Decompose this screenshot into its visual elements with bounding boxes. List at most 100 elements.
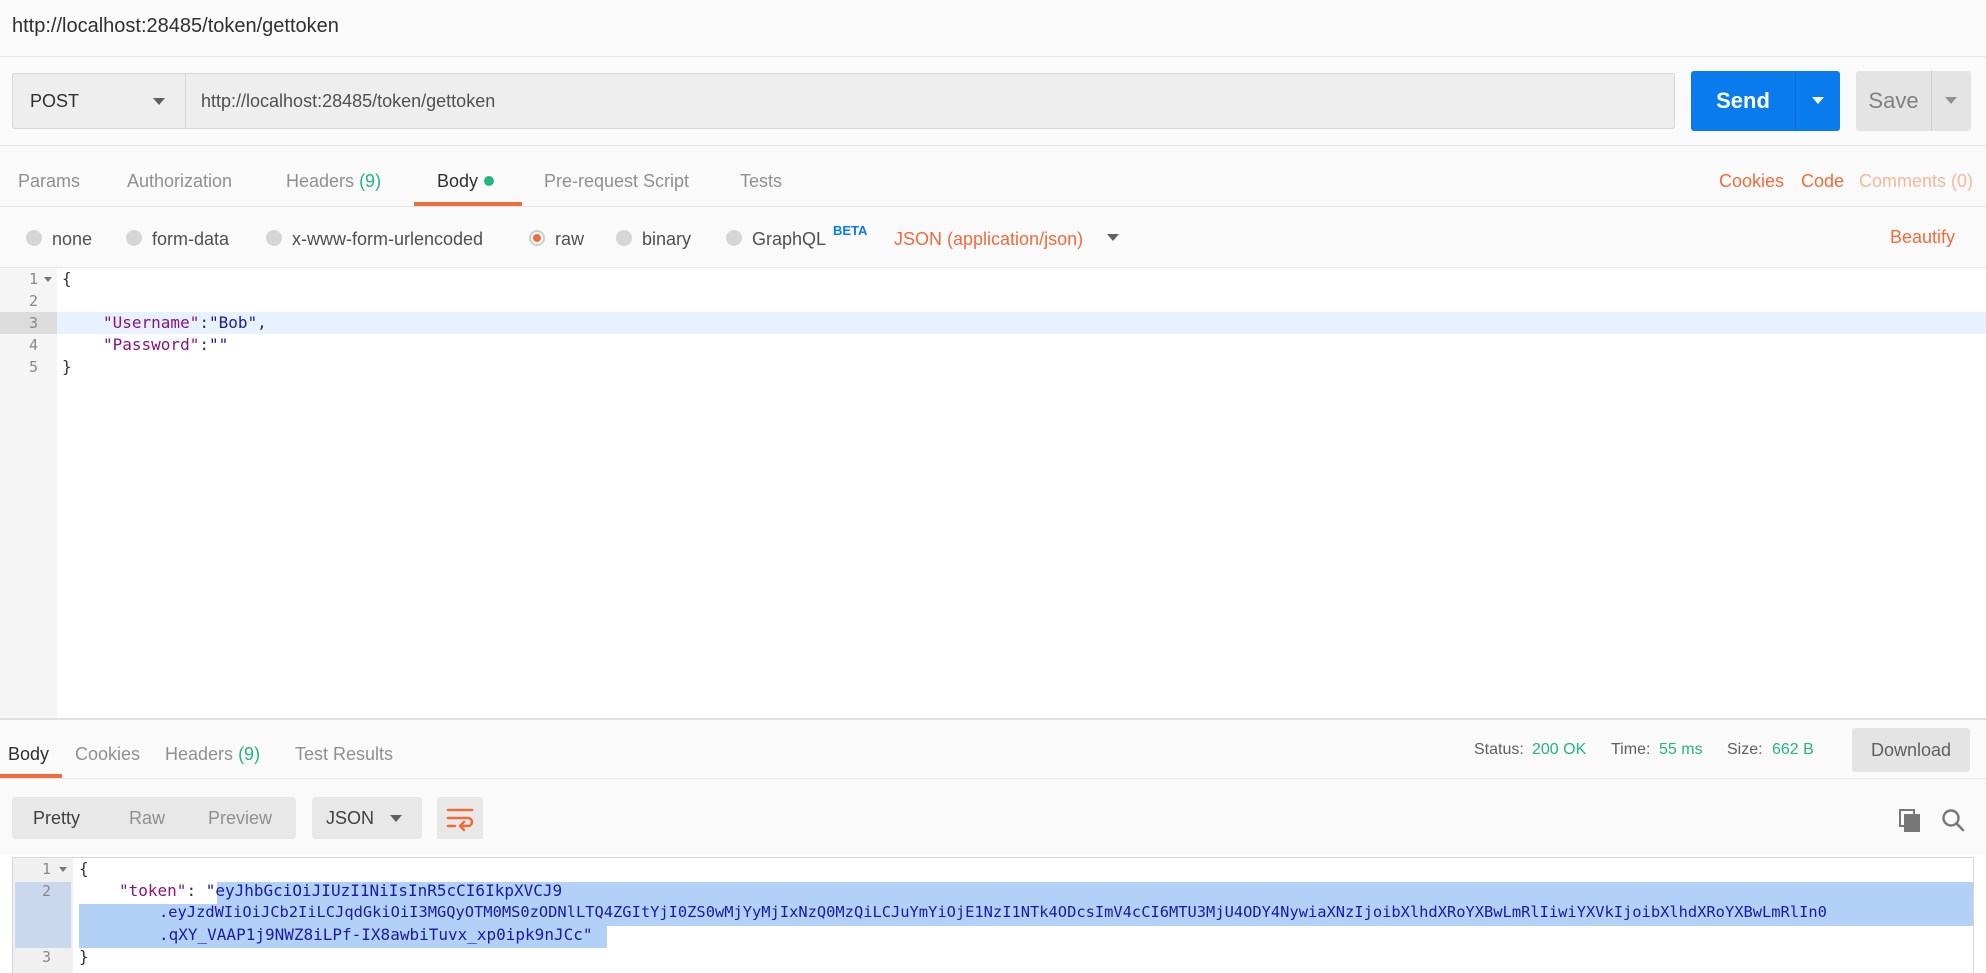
chevron-down-icon — [1812, 97, 1824, 104]
chevron-down-icon — [153, 98, 165, 105]
response-tab-cookies[interactable]: Cookies — [75, 744, 140, 765]
send-options-button[interactable] — [1795, 71, 1840, 131]
code-line: { — [62, 269, 72, 288]
save-options-button[interactable] — [1931, 71, 1971, 131]
response-tab-body[interactable]: Body — [8, 744, 49, 765]
tab-pre-request-script[interactable]: Pre-request Script — [544, 171, 689, 192]
line-number: 2 — [28, 292, 38, 310]
code-link[interactable]: Code — [1801, 171, 1844, 192]
copy-icon[interactable] — [1897, 807, 1923, 833]
radio-binary-label[interactable]: binary — [642, 229, 691, 250]
fold-toggle-icon[interactable] — [59, 867, 67, 872]
response-tabs: Body Cookies Headers (9) Test Results St… — [0, 720, 1986, 779]
cookies-link[interactable]: Cookies — [1719, 171, 1784, 192]
active-response-tab-indicator — [0, 774, 62, 778]
radio-raw-label[interactable]: raw — [555, 229, 584, 250]
code-line: } — [62, 357, 72, 376]
request-title[interactable]: http://localhost:28485/token/gettoken — [12, 15, 339, 38]
radio-none-label[interactable]: none — [52, 229, 92, 250]
radio-none[interactable] — [26, 230, 42, 246]
title-bar: http://localhost:28485/token/gettoken — [0, 0, 1986, 57]
search-icon[interactable] — [1940, 807, 1966, 833]
json-colon: : — [199, 335, 209, 354]
radio-graphql[interactable] — [726, 230, 742, 246]
tab-params[interactable]: Params — [18, 171, 80, 192]
active-tab-indicator — [414, 202, 522, 206]
token-segment-signature: .qXY_VAAP1j9NWZ8iLPf-IX8awbiTuvx_xp0ipk9… — [159, 925, 583, 944]
line-number: 3 — [28, 314, 38, 332]
code-line: } — [79, 947, 89, 966]
format-label: JSON — [326, 808, 375, 828]
request-body-editor[interactable]: 1 2 3 4 5 { "Username":"Bob", "Password"… — [0, 268, 1986, 718]
radio-binary[interactable] — [616, 230, 632, 246]
download-button[interactable]: Download — [1852, 728, 1970, 772]
size-value: 662 B — [1772, 741, 1814, 758]
response-toolbar: Pretty Raw Preview JSON — [0, 779, 1986, 855]
view-raw[interactable]: Raw — [129, 808, 165, 829]
code-line: .eyJzdWIiOiJCb2IiLCJqdGkiOiI3MGQyOTM0MS0… — [159, 903, 1827, 921]
time-value: 55 ms — [1659, 741, 1703, 758]
tab-body-label: Body — [437, 171, 479, 191]
view-preview[interactable]: Preview — [208, 808, 272, 829]
json-key: "token" — [119, 881, 187, 900]
code-line: { — [79, 859, 89, 878]
beautify-button[interactable]: Beautify — [1890, 227, 1955, 248]
code-line: "token": "eyJhbGciOiJIUzI1NiIsInR5cCI6Ik… — [119, 881, 562, 900]
response-tab-test-results[interactable]: Test Results — [295, 744, 393, 765]
method-label: POST — [30, 91, 80, 111]
request-tabs: Params Authorization Headers (9) Body Pr… — [0, 146, 1986, 207]
tab-authorization[interactable]: Authorization — [127, 171, 232, 192]
tab-headers-count: (9) — [359, 171, 382, 191]
url-input[interactable]: http://localhost:28485/token/gettoken — [186, 73, 1675, 129]
view-mode-selector: Pretty Raw Preview — [12, 797, 296, 839]
status-value: 200 OK — [1532, 741, 1587, 758]
token-segment-payload: .eyJzdWIiOiJCb2IiLCJqdGkiOiI3MGQyOTM0MS0… — [159, 903, 1827, 921]
fold-toggle-icon[interactable] — [44, 277, 52, 282]
status-label: Status: — [1474, 741, 1524, 758]
radio-form-data-label[interactable]: form-data — [152, 229, 229, 250]
beta-badge: BETA — [833, 223, 868, 238]
line-number: 3 — [41, 948, 51, 966]
chevron-down-icon — [1945, 97, 1957, 104]
size-label: Size: — [1727, 741, 1763, 758]
wrap-lines-button[interactable] — [437, 797, 483, 839]
json-colon: : — [199, 313, 209, 332]
tab-body[interactable]: Body — [437, 171, 495, 192]
view-pretty[interactable]: Pretty — [33, 808, 80, 829]
chevron-down-icon[interactable] — [1107, 234, 1119, 241]
radio-urlencoded-label[interactable]: x-www-form-urlencoded — [292, 229, 483, 250]
code-line: .qXY_VAAP1j9NWZ8iLPf-IX8awbiTuvx_xp0ipk9… — [159, 925, 592, 944]
body-type-selector: none form-data x-www-form-urlencoded raw… — [0, 207, 1986, 268]
method-select[interactable]: POST — [12, 73, 186, 129]
comments-link[interactable]: Comments (0) — [1859, 171, 1973, 192]
url-value: http://localhost:28485/token/gettoken — [201, 91, 496, 111]
content-type-select[interactable]: JSON (application/json) — [894, 229, 1083, 250]
line-number: 1 — [28, 270, 38, 288]
response-body-viewer[interactable]: 1 2 3 { "token": "eyJhbGciOiJIUzI1NiIsIn… — [12, 857, 1974, 973]
tab-tests[interactable]: Tests — [740, 171, 782, 192]
response-tab-headers-count: (9) — [238, 744, 261, 764]
response-tab-headers-label: Headers — [165, 744, 234, 764]
line-number: 4 — [28, 336, 38, 354]
radio-urlencoded[interactable] — [266, 230, 282, 246]
radio-form-data[interactable] — [126, 230, 142, 246]
json-quote: " — [205, 881, 216, 900]
json-key: "Password" — [103, 335, 200, 354]
code-line: "Username":"Bob", — [103, 313, 267, 332]
time-label: Time: — [1611, 741, 1651, 758]
tab-headers[interactable]: Headers (9) — [286, 171, 381, 192]
json-value: "Bob" — [208, 313, 258, 332]
format-select[interactable]: JSON — [312, 797, 422, 839]
line-number: 5 — [28, 358, 38, 376]
line-number: 2 — [41, 882, 51, 900]
token-segment-header: eyJhbGciOiJIUzI1NiIsInR5cCI6IkpXVCJ9 — [215, 881, 563, 900]
radio-graphql-label[interactable]: GraphQL — [752, 229, 826, 250]
radio-raw[interactable] — [529, 230, 545, 246]
send-button[interactable]: Send — [1691, 71, 1795, 131]
active-line-highlight — [57, 312, 1986, 334]
wrap-icon — [446, 808, 474, 832]
line-number: 1 — [41, 860, 51, 878]
save-button[interactable]: Save — [1856, 71, 1931, 131]
response-tab-headers[interactable]: Headers (9) — [165, 744, 260, 765]
chevron-down-icon — [390, 815, 402, 822]
